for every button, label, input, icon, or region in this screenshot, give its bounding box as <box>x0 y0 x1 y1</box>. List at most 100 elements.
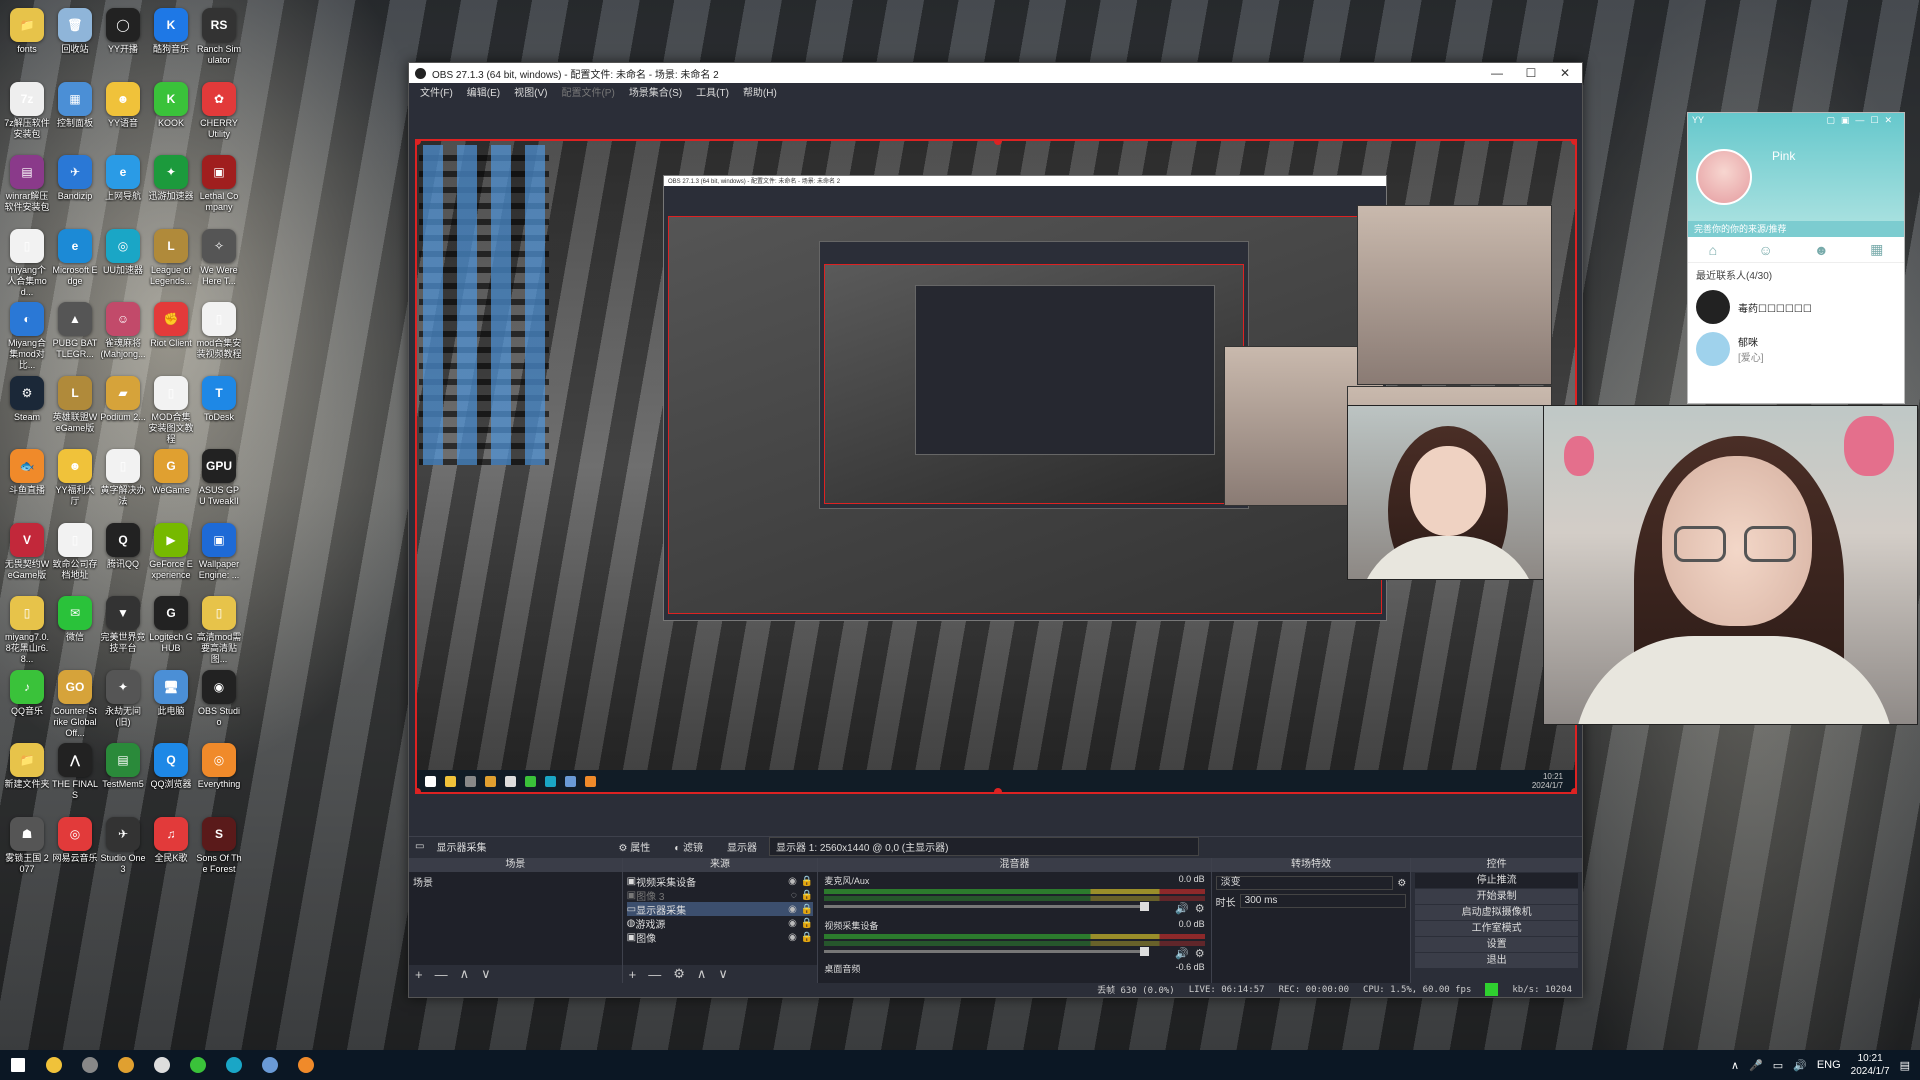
chat-search[interactable]: 完善你的你的来源/推荐 <box>1688 221 1904 237</box>
taskbar-yy-voice-button[interactable] <box>108 1050 144 1080</box>
desktop-icon[interactable]: ▯ miyang7.0.8花黑山r6.8... <box>4 592 50 664</box>
menu-file[interactable]: 文件(F) <box>420 84 453 99</box>
maximize-button[interactable]: ☐ <box>1514 66 1548 80</box>
clock[interactable]: 10:21 2024/1/7 <box>1851 1052 1890 1078</box>
contacts-icon[interactable]: ☺ <box>1758 242 1772 258</box>
group-icon[interactable]: ☻ <box>1814 242 1829 258</box>
lock-icon[interactable]: 🔒 <box>801 932 813 943</box>
desktop-icon[interactable]: ✉ 微信 <box>52 592 98 664</box>
eye-icon[interactable]: ◉ <box>788 876 797 887</box>
properties-button[interactable]: ⚙ 属性 <box>618 839 662 854</box>
desktop-icon[interactable]: ◯ YY开播 <box>100 4 146 76</box>
chat-window-controls[interactable]: ▢▣—☐✕ <box>1826 115 1898 126</box>
start-recording-button[interactable]: 开始录制 <box>1415 889 1578 904</box>
notification-icon[interactable]: ▤ <box>1900 1059 1910 1072</box>
desktop-icon[interactable]: ⚙ Steam <box>4 372 50 444</box>
taskbar-qq-music-button[interactable] <box>180 1050 216 1080</box>
desktop-icon[interactable]: L League of Legends... <box>148 225 194 297</box>
desktop-icon[interactable]: Q QQ浏览器 <box>148 739 194 811</box>
desktop-icon[interactable]: ◉ OBS Studio <box>196 666 242 738</box>
desktop-icon[interactable]: ✦ 迅游加速器 <box>148 151 194 223</box>
filters-button[interactable]: ◐ 滤镜 <box>674 839 715 854</box>
desktop-icon[interactable]: ✿ CHERRY Utility <box>196 78 242 150</box>
desktop-icon[interactable]: ▦ 控制面板 <box>52 78 98 150</box>
source-item[interactable]: ▭ 显示器采集 ◉ 🔒 <box>626 902 814 917</box>
desktop-icon[interactable]: ▰ Podium 2... <box>100 372 146 444</box>
desktop-icon[interactable]: ✈ Bandizip <box>52 151 98 223</box>
desktop-icon[interactable]: ▣ Lethal Company <box>196 151 242 223</box>
desktop-icon[interactable]: T ToDesk <box>196 372 242 444</box>
chevron-up-icon[interactable]: ∧ <box>1731 1059 1739 1072</box>
resize-handle[interactable] <box>1571 141 1575 145</box>
eye-icon[interactable]: ◌ <box>791 890 797 901</box>
desktop-icon[interactable]: ▣ Wallpaper Engine: ... <box>196 519 242 591</box>
desktop-icon[interactable]: ✈ Studio One 3 <box>100 813 146 885</box>
source-item[interactable]: ▣ 图像 ◉ 🔒 <box>627 930 814 945</box>
network-icon[interactable]: ▭ <box>1773 1059 1783 1072</box>
display-select[interactable]: 显示器 1: 2560x1440 @ 0,0 (主显示器) <box>769 837 1200 856</box>
taskbar-yy-button[interactable] <box>36 1050 72 1080</box>
language-indicator[interactable]: ENG <box>1817 1059 1841 1071</box>
volume-icon[interactable]: 🔊 <box>1793 1059 1807 1072</box>
desktop-icon[interactable]: S Sons Of The Forest <box>196 813 242 885</box>
desktop-icon[interactable]: V 无畏契约WeGame版 <box>4 519 50 591</box>
gear-icon[interactable]: ⚙ <box>1195 947 1205 960</box>
desktop-icon[interactable]: K 酷狗音乐 <box>148 4 194 76</box>
taskbar-steam-button[interactable] <box>252 1050 288 1080</box>
desktop-icon[interactable]: GPU ASUS GPU TweakII <box>196 445 242 517</box>
desktop-icon[interactable]: ▯ 黄字解决办法 <box>100 445 146 517</box>
studio-mode-button[interactable]: 工作室模式 <box>1415 921 1578 936</box>
source-item[interactable]: ▣ 图像 3 ◌ 🔒 <box>627 888 814 903</box>
desktop-icon[interactable]: ▯ miyang个人合集mod... <box>4 225 50 297</box>
eye-icon[interactable]: ◉ <box>788 918 797 929</box>
desktop-icon[interactable]: ▤ winrar解压软件安装包 <box>4 151 50 223</box>
desktop-icon[interactable]: 🖥 此电脑 <box>148 666 194 738</box>
exit-button[interactable]: 退出 <box>1415 953 1578 968</box>
taskbar-studio-one-button[interactable] <box>144 1050 180 1080</box>
taskbar-douyu-button[interactable] <box>288 1050 324 1080</box>
desktop-icon[interactable]: RS Ranch Simulator <box>196 4 242 76</box>
lock-icon[interactable]: 🔒 <box>801 890 813 901</box>
desktop-icon[interactable]: L 英雄联盟WeGame版 <box>52 372 98 444</box>
desktop-icon[interactable]: ♪ QQ音乐 <box>4 666 50 738</box>
desktop-icon[interactable]: 🐟 斗鱼直播 <box>4 445 50 517</box>
taskbar-start-button[interactable] <box>0 1050 36 1080</box>
source-item[interactable]: ▣ 视频采集设备 ◉ 🔒 <box>627 874 814 889</box>
desktop-icon[interactable]: ✦ 永劫无间(旧) <box>100 666 146 738</box>
duration-input[interactable]: 300 ms <box>1239 894 1407 908</box>
desktop-icon[interactable]: ▼ 完美世界竞技平台 <box>100 592 146 664</box>
desktop-icon[interactable]: ▯ MOD合集安装图文教程 <box>148 372 194 444</box>
resize-handle[interactable] <box>417 788 421 792</box>
desktop-icon[interactable]: Q 腾讯QQ <box>100 519 146 591</box>
menu-tools[interactable]: 工具(T) <box>696 84 729 99</box>
lock-icon[interactable]: 🔒 <box>801 904 813 915</box>
speaker-icon[interactable]: 🔊 <box>1175 902 1189 915</box>
desktop-icon[interactable]: G WeGame <box>148 445 194 517</box>
contact-item[interactable]: 郁咪 [爱心] <box>1688 328 1904 370</box>
source-item[interactable]: ◍ 游戏源 ◉ 🔒 <box>627 916 814 931</box>
desktop-icon[interactable]: 📁 新建文件夹 <box>4 739 50 811</box>
desktop-icon[interactable]: ◎ Everything <box>196 739 242 811</box>
resize-handle[interactable] <box>1571 788 1575 792</box>
desktop-icon[interactable]: e Microsoft Edge <box>52 225 98 297</box>
taskbar-uu-button[interactable] <box>216 1050 252 1080</box>
desktop-icon[interactable]: ✧ We Were Here T... <box>196 225 242 297</box>
eye-icon[interactable]: ◉ <box>788 932 797 943</box>
taskbar-obs-button[interactable] <box>72 1050 108 1080</box>
speaker-icon[interactable]: 🔊 <box>1175 947 1189 960</box>
obs-title-bar[interactable]: OBS 27.1.3 (64 bit, windows) - 配置文件: 未命名… <box>409 63 1582 83</box>
desktop-icon[interactable]: ▯ 致命公司存档地址 <box>52 519 98 591</box>
menu-edit[interactable]: 编辑(E) <box>467 84 500 99</box>
gear-icon[interactable]: ⚙ <box>1195 902 1205 915</box>
desktop-icon[interactable]: ◎ 网易云音乐 <box>52 813 98 885</box>
desktop-icon[interactable]: 7z 7z解压软件安装包 <box>4 78 50 150</box>
transition-select[interactable]: 淡变 <box>1215 876 1394 890</box>
desktop-icon[interactable]: ☺ 雀魂麻将(Mahjong... <box>100 298 146 370</box>
contact-item[interactable]: 毒药☐☐☐☐☐☐ <box>1688 286 1904 328</box>
desktop-icon[interactable]: ☻ YY福利大厅 <box>52 445 98 517</box>
apps-icon[interactable]: ▦ <box>1870 241 1883 258</box>
minimize-button[interactable]: — <box>1480 66 1514 80</box>
desktop-icon[interactable]: 🗑 回收站 <box>52 4 98 76</box>
desktop-icon[interactable]: GO Counter-Strike Global Off... <box>52 666 98 738</box>
menu-scene-collection[interactable]: 场景集合(S) <box>629 84 682 99</box>
